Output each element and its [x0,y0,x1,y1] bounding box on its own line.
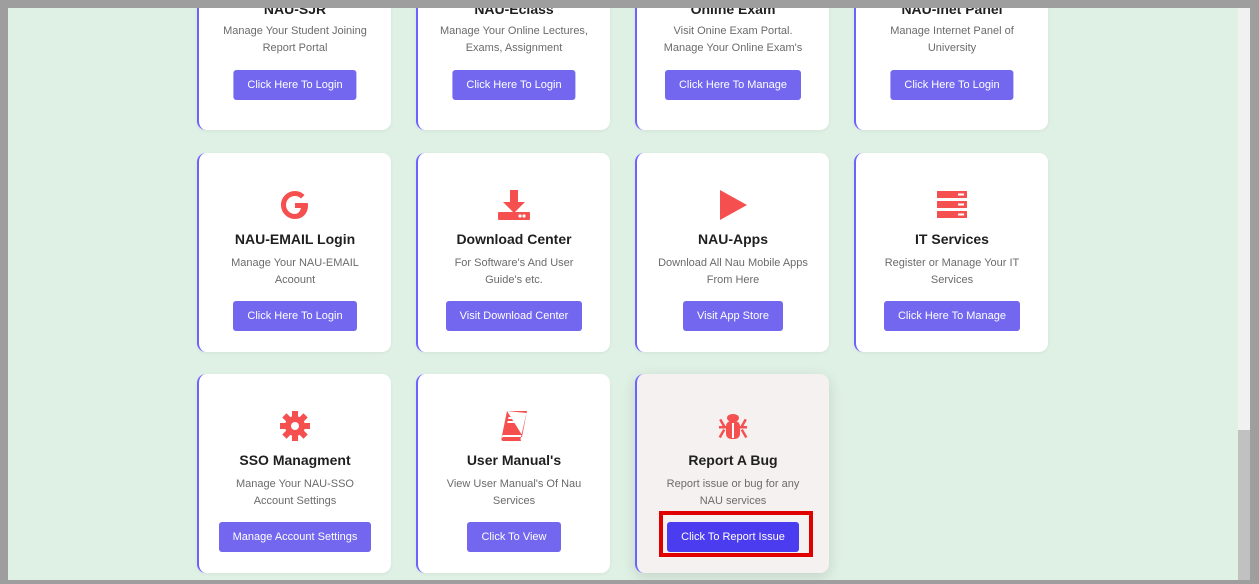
card-description: Report issue or bug for any NAU services [666,478,800,507]
card-title: NAU-EMAIL Login [234,231,356,247]
card-description: Manage Your NAU-SSO Account Settings [235,478,354,507]
card-description: Manage Your NAU-EMAIL Acoount [231,257,359,286]
scrollbar-thumb[interactable] [1238,430,1250,580]
server-icon [856,187,1048,223]
card-description: For Software's And User Guide's etc. [454,257,574,286]
nau-sjr-login-button[interactable]: Click Here To Login [233,70,357,100]
card-nau-inet-panel: NAU-Inet Panel Manage Internet Panel of … [854,8,1048,130]
download-icon [418,187,610,223]
card-description: Manage Your Online Lectures, Exams, Assi… [440,25,588,54]
card-title: IT Services [915,231,989,247]
card-title: NAU-SJR [263,8,327,17]
card-title: User Manual's [466,452,562,468]
card-title: SSO Managment [239,452,351,468]
gear-icon [199,408,391,444]
card-user-manuals: User Manual's View User Manual's Of Nau … [416,374,610,573]
card-title: Download Center [456,231,572,247]
card-nau-sjr: NAU-SJR Manage Your Student Joining Repo… [197,8,391,130]
google-icon [199,187,391,223]
card-description: View User Manual's Of Nau Services [446,478,582,507]
card-it-services: IT Services Register or Manage Your IT S… [854,153,1048,352]
card-title: NAU-Inet Panel [901,8,1003,17]
card-description: Manage Internet Panel of University [890,25,1014,54]
download-center-button[interactable]: Visit Download Center [445,301,583,331]
card-description: Download All Nau Mobile Apps From Here [658,257,808,286]
card-download-center: Download Center For Software's And User … [416,153,610,352]
card-nau-eclass: NAU-Eclass Manage Your Online Lectures, … [416,8,610,130]
card-title: Online Exam [690,8,776,17]
bug-icon [637,408,829,444]
highlight-box [659,511,813,557]
it-services-manage-button[interactable]: Click Here To Manage [883,301,1020,331]
card-sso-managment: SSO Managment Manage Your NAU-SSO Accoun… [197,374,391,573]
nau-email-login-button[interactable]: Click Here To Login [233,301,357,331]
card-nau-apps: NAU-Apps Download All Nau Mobile Apps Fr… [635,153,829,352]
book-icon [418,408,610,444]
card-title: Report A Bug [688,452,778,468]
card-title: NAU-Apps [698,231,768,247]
manage-account-settings-button[interactable]: Manage Account Settings [218,522,372,552]
card-online-exam: Online Exam Visit Onine Exam Portal. Man… [635,8,829,130]
scrollbar[interactable] [1238,8,1250,580]
card-description: Visit Onine Exam Portal. Manage Your Onl… [663,25,803,54]
page-viewport: NAU-SJR Manage Your Student Joining Repo… [8,8,1250,580]
nau-inet-login-button[interactable]: Click Here To Login [890,70,1014,100]
card-description: Register or Manage Your IT Services [884,257,1020,286]
view-manual-button[interactable]: Click To View [467,522,561,552]
online-exam-manage-button[interactable]: Click Here To Manage [664,70,802,100]
app-store-button[interactable]: Visit App Store [683,301,783,331]
card-nau-email: NAU-EMAIL Login Manage Your NAU-EMAIL Ac… [197,153,391,352]
card-description: Manage Your Student Joining Report Porta… [223,25,367,54]
play-icon [637,187,829,223]
nau-eclass-login-button[interactable]: Click Here To Login [452,70,576,100]
card-title: NAU-Eclass [474,8,554,17]
